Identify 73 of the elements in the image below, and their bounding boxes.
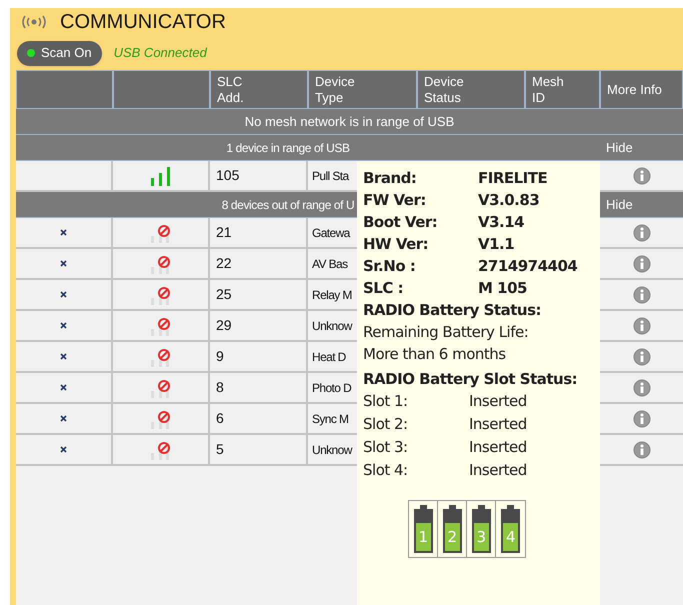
group-header: 1 device in range of USB — [226, 140, 350, 156]
group-header: 8 devices out of range of U — [222, 196, 354, 214]
slot-label: Slot 2: — [363, 414, 409, 436]
hide-link[interactable]: Hide — [606, 140, 633, 155]
info-icon[interactable] — [632, 440, 650, 458]
info-icon[interactable] — [632, 378, 650, 396]
table-cell-text: 8 — [216, 378, 224, 397]
slot-status: Inserted — [469, 460, 527, 482]
remove-icon[interactable] — [60, 229, 67, 236]
table-cell-text: Relay M — [312, 286, 352, 304]
field-value: 2714974404 — [478, 256, 578, 277]
field-value: V1.1 — [478, 234, 514, 255]
column-header: Mesh ID — [532, 74, 564, 106]
field-label: Brand: — [363, 168, 418, 189]
table-cell-text: 5 — [216, 440, 224, 459]
field-label: Boot Ver: — [363, 212, 438, 233]
table-cell-text: AV Bas — [312, 256, 348, 272]
scan-button[interactable]: Scan On — [17, 40, 102, 66]
remove-icon[interactable] — [60, 384, 67, 391]
table-cell-text: 22 — [216, 254, 232, 273]
field-label: FW Ver: — [363, 190, 427, 211]
slot-label: Slot 3: — [363, 437, 409, 458]
table-cell-text: 25 — [216, 285, 232, 304]
remove-icon[interactable] — [60, 415, 67, 422]
table-cell-text: Heat D — [312, 348, 346, 366]
table-cell-text: Gatewa — [312, 224, 350, 242]
info-icon[interactable] — [632, 316, 650, 334]
field-label: Sr.No : — [363, 256, 416, 277]
section-message: No mesh network is in range of USB — [244, 112, 454, 131]
slot-status: Inserted — [469, 414, 527, 436]
info-icon[interactable] — [632, 166, 650, 184]
remove-icon[interactable] — [60, 353, 67, 360]
field-label: HW Ver: — [363, 234, 430, 255]
table-cell-text: 29 — [216, 316, 232, 335]
table-cell-text: Photo D — [312, 380, 352, 396]
info-icon[interactable] — [632, 348, 650, 366]
column-header: Device Type — [315, 74, 355, 106]
slot-label: Slot 1: — [363, 391, 409, 412]
radio-waves-icon — [20, 14, 48, 30]
table-cell-text: 6 — [216, 409, 224, 428]
table-cell-text: 21 — [216, 223, 232, 242]
slot-status-heading: RADIO Battery Slot Status: — [363, 369, 578, 390]
table-cell-text: Unknow — [312, 442, 352, 458]
battery-life-label: Remaining Battery Life: — [363, 322, 528, 343]
table-cell-text: Unknow — [312, 318, 352, 334]
table-cell-text: Pull Sta — [312, 168, 349, 184]
info-icon[interactable] — [632, 410, 650, 428]
column-header: More Info — [607, 82, 662, 98]
battery-life-value: More than 6 months — [363, 344, 506, 365]
info-icon[interactable] — [632, 254, 650, 272]
battery-status-heading: RADIO Battery Status: — [363, 300, 542, 321]
slot-status: Inserted — [469, 391, 527, 412]
field-value: V3.0.83 — [478, 190, 540, 211]
connection-status: USB Connected — [114, 44, 207, 62]
remove-icon[interactable] — [60, 322, 67, 329]
table-cell-text: 105 — [216, 166, 240, 185]
window-title: COMMUNICATOR — [60, 10, 226, 35]
slot-status: Inserted — [469, 437, 527, 458]
table-cell-text: 9 — [216, 347, 224, 366]
info-icon[interactable] — [632, 224, 650, 242]
field-label: SLC : — [363, 278, 404, 299]
field-value: V3.14 — [478, 212, 524, 233]
info-icon[interactable] — [632, 286, 650, 304]
remove-icon[interactable] — [60, 260, 67, 267]
field-value: M 105 — [478, 278, 527, 299]
remove-icon[interactable] — [60, 291, 67, 298]
remove-icon[interactable] — [60, 446, 67, 453]
column-header: Device Status — [424, 74, 464, 106]
table-cell-text: Sync M — [312, 410, 348, 428]
hide-link[interactable]: Hide — [606, 197, 633, 212]
slot-label: Slot 4: — [363, 460, 409, 482]
field-value: FIRELITE — [478, 168, 548, 189]
column-header: SLC Add. — [217, 74, 244, 106]
